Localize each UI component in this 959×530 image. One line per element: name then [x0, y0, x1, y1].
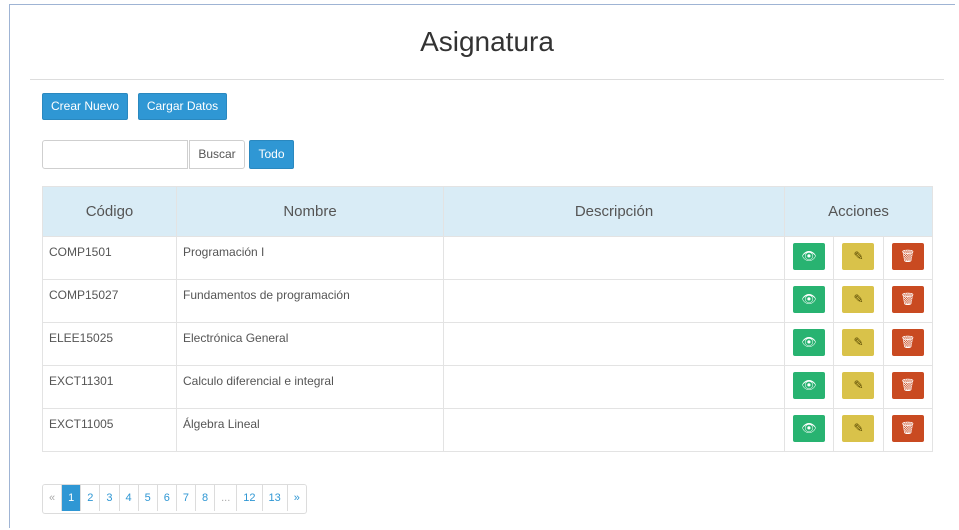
- show-all-button[interactable]: Todo: [249, 140, 294, 169]
- create-new-button[interactable]: Crear Nuevo: [42, 93, 128, 120]
- edit-icon: ✎: [853, 292, 864, 306]
- column-header-actions: Acciones: [784, 186, 933, 237]
- trash-icon: 🗑: [900, 421, 916, 435]
- view-button[interactable]: 👁: [793, 243, 826, 270]
- eye-icon: 👁: [801, 249, 817, 263]
- trash-icon: 🗑: [900, 335, 916, 349]
- search-input[interactable]: [42, 140, 188, 169]
- title-divider: [30, 79, 944, 80]
- cell-actions: 👁 ✎ 🗑: [784, 236, 933, 280]
- delete-button[interactable]: 🗑: [891, 243, 924, 270]
- pagination: «1 2 3 4 5 6 7 8... 12 13»: [42, 484, 307, 514]
- pagination-ellipsis: ...: [215, 485, 238, 511]
- column-header-description[interactable]: Descripción: [443, 186, 785, 237]
- edit-button[interactable]: ✎: [842, 243, 875, 270]
- edit-button[interactable]: ✎: [842, 286, 875, 313]
- cell-code: COMP1501: [42, 236, 177, 280]
- pagination-page[interactable]: 13: [262, 485, 288, 511]
- pagination-prev[interactable]: «: [43, 485, 63, 511]
- edit-button[interactable]: ✎: [842, 372, 875, 399]
- cell-code: ELEE15025: [42, 322, 177, 366]
- pagination-page[interactable]: 6: [157, 485, 177, 511]
- edit-button[interactable]: ✎: [842, 415, 875, 442]
- view-button[interactable]: 👁: [793, 329, 826, 356]
- load-data-button[interactable]: Cargar Datos: [138, 93, 227, 120]
- delete-button[interactable]: 🗑: [891, 329, 924, 356]
- cell-name: Programación I: [176, 236, 444, 280]
- table-header-row: Código Nombre Descripción Acciones: [42, 186, 933, 237]
- view-button[interactable]: 👁: [793, 286, 826, 313]
- table-row: EXCT11005 Álgebra Lineal 👁 ✎ 🗑: [42, 408, 933, 452]
- trash-icon: 🗑: [900, 378, 916, 392]
- subjects-table: Código Nombre Descripción Acciones COMP1…: [42, 186, 933, 452]
- cell-actions: 👁 ✎ 🗑: [784, 322, 933, 366]
- view-button[interactable]: 👁: [793, 372, 826, 399]
- search-button[interactable]: Buscar: [189, 140, 245, 169]
- pagination-page[interactable]: 2: [81, 485, 101, 511]
- edit-icon: ✎: [853, 335, 864, 349]
- cell-name: Fundamentos de programación: [176, 279, 444, 323]
- column-header-code[interactable]: Código: [42, 186, 177, 237]
- table-row: COMP1501 Programación I 👁 ✎ 🗑: [42, 236, 933, 280]
- edit-icon: ✎: [853, 249, 864, 263]
- page-title: Asignatura: [420, 26, 554, 57]
- delete-button[interactable]: 🗑: [891, 372, 924, 399]
- pagination-page[interactable]: 1: [62, 485, 82, 511]
- table-row: ELEE15025 Electrónica General 👁 ✎ 🗑: [42, 322, 933, 366]
- edit-icon: ✎: [853, 421, 864, 435]
- eye-icon: 👁: [801, 335, 817, 349]
- cell-description: [443, 322, 785, 366]
- eye-icon: 👁: [801, 378, 817, 392]
- cell-code: EXCT11005: [42, 408, 177, 452]
- cell-name: Álgebra Lineal: [176, 408, 444, 452]
- cell-actions: 👁 ✎ 🗑: [784, 408, 933, 452]
- pagination-next[interactable]: »: [287, 485, 306, 511]
- column-header-name[interactable]: Nombre: [176, 186, 444, 237]
- cell-description: [443, 236, 785, 280]
- cell-name: Electrónica General: [176, 322, 444, 366]
- pagination-page[interactable]: 3: [100, 485, 120, 511]
- pagination-page[interactable]: 4: [119, 485, 139, 511]
- delete-button[interactable]: 🗑: [891, 286, 924, 313]
- edit-icon: ✎: [853, 378, 864, 392]
- cell-name: Calculo diferencial e integral: [176, 365, 444, 409]
- table-row: COMP15027 Fundamentos de programación 👁 ✎ 🗑: [42, 279, 933, 323]
- cell-description: [443, 365, 785, 409]
- pagination-page[interactable]: 5: [138, 485, 158, 511]
- trash-icon: 🗑: [900, 292, 916, 306]
- cell-description: [443, 279, 785, 323]
- cell-code: EXCT11301: [42, 365, 177, 409]
- pagination-page[interactable]: 12: [237, 485, 263, 511]
- view-button[interactable]: 👁: [793, 415, 826, 442]
- edit-button[interactable]: ✎: [842, 329, 875, 356]
- pagination-page[interactable]: 8: [196, 485, 216, 511]
- cell-code: COMP15027: [42, 279, 177, 323]
- cell-description: [443, 408, 785, 452]
- eye-icon: 👁: [801, 421, 817, 435]
- table-row: EXCT11301 Calculo diferencial e integral 👁…: [42, 365, 933, 409]
- cell-actions: 👁 ✎ 🗑: [784, 279, 933, 323]
- delete-button[interactable]: 🗑: [891, 415, 924, 442]
- pagination-page[interactable]: 7: [176, 485, 196, 511]
- trash-icon: 🗑: [900, 249, 916, 263]
- eye-icon: 👁: [801, 292, 817, 306]
- cell-actions: 👁 ✎ 🗑: [784, 365, 933, 409]
